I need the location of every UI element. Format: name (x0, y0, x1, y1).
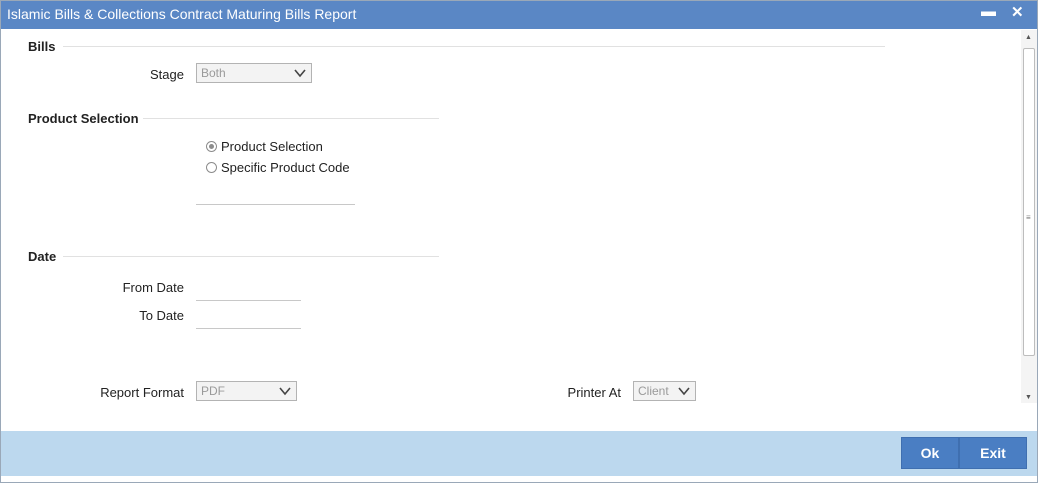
bills-section-title: Bills (28, 39, 56, 54)
date-section-title: Date (28, 249, 57, 264)
close-icon[interactable]: ✕ (1011, 3, 1024, 21)
report-format-value: PDF (201, 384, 225, 398)
printer-at-value: Client (638, 384, 669, 398)
product-selection-section-title: Product Selection (28, 111, 139, 126)
from-date-label: From Date (122, 280, 184, 295)
radio-button[interactable] (206, 162, 217, 173)
scrollbar-thumb[interactable]: ≡ (1023, 48, 1035, 356)
stage-label: Stage (150, 67, 184, 82)
scroll-down-icon[interactable]: ▼ (1025, 394, 1032, 401)
to-date-label: To Date (139, 308, 184, 323)
radio-product-selection[interactable]: Product Selection (206, 139, 323, 154)
footer-bar: Ok Exit (1, 431, 1037, 476)
printer-at-label: Printer At (567, 385, 621, 400)
product-selection-divider (143, 118, 439, 119)
ok-button[interactable]: Ok (901, 437, 959, 469)
stage-select-value: Both (201, 66, 226, 80)
stage-select[interactable]: Both (196, 63, 312, 83)
chevron-down-icon (279, 387, 291, 396)
date-divider (63, 256, 439, 257)
from-date-input[interactable] (196, 280, 301, 301)
report-format-label: Report Format (100, 385, 184, 400)
grip-icon: ≡ (1026, 213, 1031, 222)
report-window: Islamic Bills & Collections Contract Mat… (0, 0, 1038, 483)
radio-label: Specific Product Code (221, 160, 350, 175)
bills-divider (63, 46, 885, 47)
product-code-input[interactable] (196, 184, 355, 205)
vertical-scrollbar[interactable]: ▲ ≡ ▼ (1021, 30, 1037, 403)
radio-specific-product-code[interactable]: Specific Product Code (206, 160, 350, 175)
title-bar: Islamic Bills & Collections Contract Mat… (1, 1, 1037, 29)
chevron-down-icon (294, 69, 306, 78)
exit-button[interactable]: Exit (959, 437, 1027, 469)
window-title: Islamic Bills & Collections Contract Mat… (7, 6, 357, 22)
to-date-input[interactable] (196, 308, 301, 329)
report-format-select[interactable]: PDF (196, 381, 297, 401)
printer-at-select[interactable]: Client (633, 381, 696, 401)
chevron-down-icon (678, 387, 690, 396)
radio-button[interactable] (206, 141, 217, 152)
minimize-icon[interactable]: ▬ (981, 3, 996, 20)
radio-label: Product Selection (221, 139, 323, 154)
scroll-up-icon[interactable]: ▲ (1025, 34, 1032, 41)
